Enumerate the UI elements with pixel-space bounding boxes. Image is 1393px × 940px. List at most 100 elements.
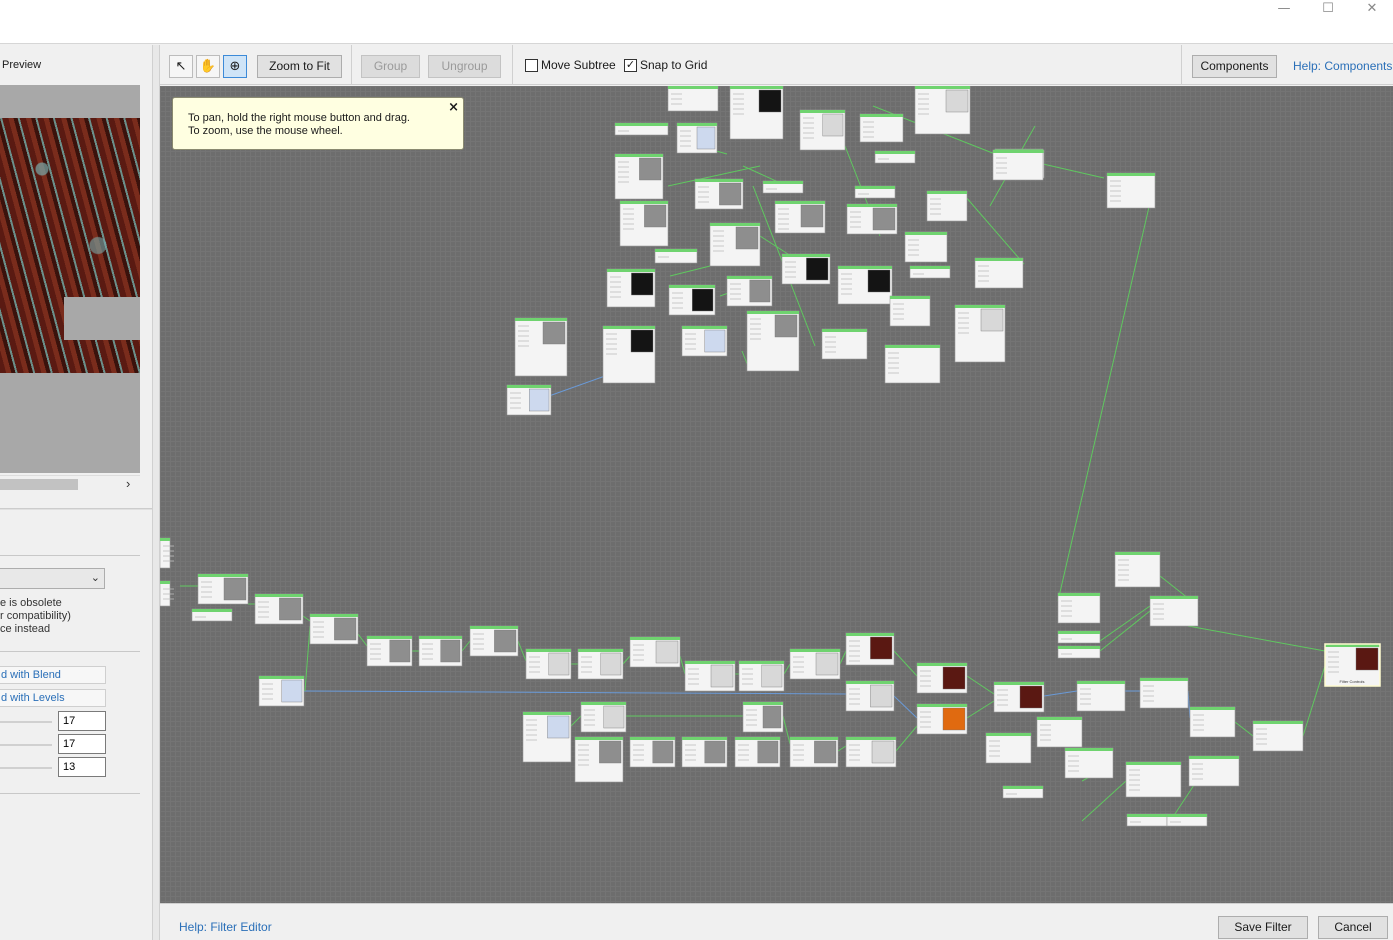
filter-node[interactable] <box>781 253 831 285</box>
filter-node[interactable] <box>1002 785 1044 799</box>
filter-node[interactable] <box>1252 720 1304 752</box>
filter-node[interactable] <box>709 222 761 267</box>
close-tip-icon[interactable]: × <box>448 101 459 114</box>
filter-node[interactable] <box>577 648 624 680</box>
filter-node[interactable] <box>762 180 804 194</box>
replace-with-blend-link[interactable]: d with Blend <box>0 666 106 684</box>
preview-scrollbar[interactable]: › <box>0 475 140 492</box>
move-subtree-checkbox[interactable]: Move Subtree <box>525 59 616 74</box>
filter-node[interactable] <box>506 384 552 416</box>
preview-area[interactable] <box>0 85 140 473</box>
node-graph-canvas[interactable]: Filter Controls To pan, hold the right m… <box>160 86 1393 903</box>
filter-node[interactable] <box>1114 551 1161 588</box>
filter-node[interactable] <box>1057 592 1101 624</box>
filter-node[interactable] <box>954 304 1006 363</box>
filter-node[interactable] <box>904 231 948 263</box>
filter-node[interactable] <box>845 736 897 768</box>
filter-node[interactable] <box>1076 680 1126 712</box>
panel-splitter[interactable] <box>0 508 152 510</box>
help-components-link[interactable]: Help: Components <box>1293 59 1392 73</box>
filter-node[interactable] <box>694 178 744 210</box>
filter-node[interactable] <box>160 580 174 607</box>
save-filter-button[interactable]: Save Filter <box>1218 916 1308 939</box>
filter-node[interactable] <box>916 703 968 735</box>
snap-to-grid-checkbox[interactable]: ✓ Snap to Grid <box>624 59 707 74</box>
filter-node[interactable] <box>602 325 656 384</box>
filter-node[interactable] <box>846 203 898 235</box>
slider-track[interactable] <box>0 744 52 746</box>
filter-node[interactable] <box>774 200 826 234</box>
filter-node[interactable] <box>821 328 868 360</box>
filter-node[interactable] <box>629 736 676 768</box>
filter-node[interactable] <box>729 86 784 140</box>
filter-node[interactable] <box>514 317 568 377</box>
filter-node[interactable] <box>1106 172 1156 209</box>
filter-node[interactable] <box>619 200 669 247</box>
filter-node[interactable] <box>889 295 931 327</box>
zoom-to-fit-button[interactable]: Zoom to Fit <box>257 55 342 78</box>
filter-node[interactable] <box>914 86 971 135</box>
filter-node[interactable] <box>254 593 304 625</box>
vertical-splitter[interactable] <box>152 45 160 940</box>
filter-node[interactable] <box>629 636 681 668</box>
value-input[interactable] <box>58 757 106 777</box>
filter-node[interactable] <box>1149 595 1199 627</box>
value-input[interactable] <box>58 711 106 731</box>
filter-node[interactable] <box>614 153 664 200</box>
maximize-button[interactable]: ☐ <box>1306 0 1350 20</box>
filter-node[interactable] <box>676 122 718 154</box>
filter-node[interactable] <box>985 732 1032 764</box>
replace-with-levels-link[interactable]: d with Levels <box>0 689 106 707</box>
filter-node[interactable] <box>909 265 951 279</box>
filter-node[interactable] <box>799 109 846 151</box>
filter-node[interactable] <box>525 648 572 680</box>
filter-node[interactable] <box>1064 747 1114 779</box>
filter-node[interactable] <box>845 632 895 666</box>
filter-node[interactable] <box>1126 813 1168 827</box>
filter-node[interactable] <box>580 701 627 733</box>
filter-node[interactable] <box>1057 645 1101 659</box>
filter-node[interactable] <box>916 662 968 694</box>
filter-node[interactable] <box>197 573 249 605</box>
filter-node[interactable] <box>742 701 784 733</box>
components-button[interactable]: Components <box>1192 55 1277 78</box>
filter-node[interactable] <box>993 681 1045 713</box>
filter-node[interactable] <box>606 268 656 308</box>
filter-node[interactable] <box>574 736 624 783</box>
filter-node[interactable] <box>681 325 728 357</box>
filter-node[interactable] <box>667 86 719 112</box>
filter-node[interactable] <box>1189 706 1236 738</box>
mode-select[interactable]: ⌄ <box>0 568 105 589</box>
filter-node[interactable] <box>1139 677 1189 709</box>
filter-node[interactable] <box>845 680 895 712</box>
filter-node[interactable] <box>738 660 785 692</box>
filter-node[interactable] <box>926 190 968 222</box>
zoom-tool-button[interactable]: ⊕ <box>223 55 247 78</box>
filter-node[interactable] <box>469 625 519 657</box>
filter-node[interactable] <box>614 122 669 136</box>
filter-node[interactable] <box>522 711 572 763</box>
filter-node[interactable] <box>859 113 904 143</box>
filter-node[interactable] <box>191 608 233 622</box>
filter-node[interactable] <box>681 736 728 768</box>
filter-node[interactable] <box>992 149 1044 181</box>
filter-node[interactable] <box>1057 630 1101 644</box>
group-button[interactable]: Group <box>361 55 420 78</box>
ungroup-button[interactable]: Ungroup <box>428 55 501 78</box>
slider-track[interactable] <box>0 767 52 769</box>
filter-node[interactable] <box>258 675 305 707</box>
filter-node[interactable] <box>746 310 800 372</box>
filter-node[interactable] <box>1188 755 1240 787</box>
filter-node[interactable] <box>974 257 1024 289</box>
scroll-thumb[interactable] <box>0 479 78 490</box>
filter-node[interactable] <box>789 648 841 680</box>
scroll-right-icon[interactable]: › <box>126 476 130 491</box>
filter-node[interactable] <box>1036 716 1083 748</box>
filter-node[interactable] <box>309 613 359 645</box>
slider-track[interactable] <box>0 721 52 723</box>
filter-node[interactable] <box>366 635 413 667</box>
cancel-button[interactable]: Cancel <box>1318 916 1388 939</box>
filter-node[interactable] <box>854 185 896 199</box>
close-window-button[interactable]: ✕ <box>1350 0 1393 20</box>
filter-node[interactable] <box>654 248 698 264</box>
